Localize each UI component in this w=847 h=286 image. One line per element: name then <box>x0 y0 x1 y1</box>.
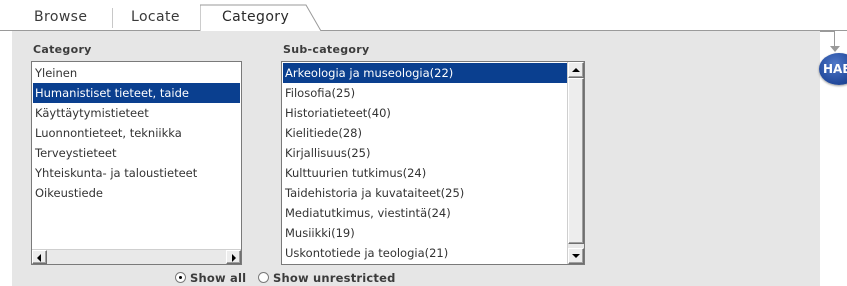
subcategory-label: Sub-category <box>283 43 370 56</box>
subcategory-list-item[interactable]: Kielitiede(28) <box>283 123 567 143</box>
vertical-scrollbar[interactable] <box>567 62 584 264</box>
subcategory-list-item[interactable]: Filosofia(25) <box>283 83 567 103</box>
connector-line <box>820 31 834 32</box>
arrow-down-icon <box>830 46 840 52</box>
tab-separator <box>112 8 113 28</box>
subcategory-list-item[interactable]: Kirjallisuus(25) <box>283 143 567 163</box>
category-list-item[interactable]: Käyttäytymistieteet <box>33 103 240 123</box>
subcategory-list-item[interactable]: Kulttuurien tutkimus(24) <box>283 163 567 183</box>
show-unrestricted-radio[interactable]: Show unrestricted <box>258 271 396 285</box>
category-list-item[interactable]: Terveystieteet <box>33 143 240 163</box>
tab-category[interactable]: Category <box>222 9 289 25</box>
subcategory-list-item[interactable]: Taidehistoria ja kuvataiteet(25) <box>283 183 567 203</box>
horizontal-scrollbar[interactable] <box>32 249 241 264</box>
subcategory-list-item[interactable]: Mediatutkimus, viestintä(24) <box>283 203 567 223</box>
category-list-item[interactable]: Oikeustiede <box>33 183 240 203</box>
radio-button-icon[interactable] <box>175 272 186 283</box>
category-list-item[interactable]: Yhteiskunta- ja taloustieteet <box>33 163 240 183</box>
subcategory-list-item[interactable]: Musiikki(19) <box>283 223 567 243</box>
hab-badge[interactable]: HAB <box>819 53 847 85</box>
tab-bar: Browse Locate Category <box>0 0 847 32</box>
arrow-up-icon <box>572 68 580 72</box>
arrow-right-icon <box>232 254 236 262</box>
subcategory-list-item[interactable]: Uskontotiede ja teologia(21) <box>283 243 567 263</box>
show-all-radio[interactable]: Show all <box>175 271 246 285</box>
scrollbar-thumb[interactable] <box>568 78 584 244</box>
scroll-up-button[interactable] <box>568 62 584 78</box>
radio-button-icon[interactable] <box>258 272 269 283</box>
tab-locate[interactable]: Locate <box>131 9 180 25</box>
category-list-item[interactable]: Luonnontieteet, tekniikka <box>33 123 240 143</box>
category-list-item[interactable]: Humanistiset tieteet, taide <box>33 83 240 103</box>
radio-label: Show unrestricted <box>273 271 396 285</box>
subcategory-list-item[interactable]: Historiatieteet(40) <box>283 103 567 123</box>
tab-browse[interactable]: Browse <box>34 9 87 25</box>
scroll-down-button[interactable] <box>568 248 584 264</box>
subcategory-list-item[interactable]: Arkeologia ja museologia(22) <box>283 63 567 83</box>
arrow-down-icon <box>572 254 580 258</box>
category-label: Category <box>33 43 92 56</box>
arrow-left-icon <box>37 254 41 262</box>
category-list-item[interactable]: Yleinen <box>33 63 240 83</box>
category-listbox[interactable]: Yleinen Humanistiset tieteet, taide Käyttä… <box>31 61 242 265</box>
scroll-left-button[interactable] <box>32 250 47 264</box>
scroll-right-button[interactable] <box>226 250 241 264</box>
subcategory-listbox[interactable]: Arkeologia ja museologia(22) Filosofia(25… <box>281 61 585 265</box>
radio-label: Show all <box>190 271 247 285</box>
